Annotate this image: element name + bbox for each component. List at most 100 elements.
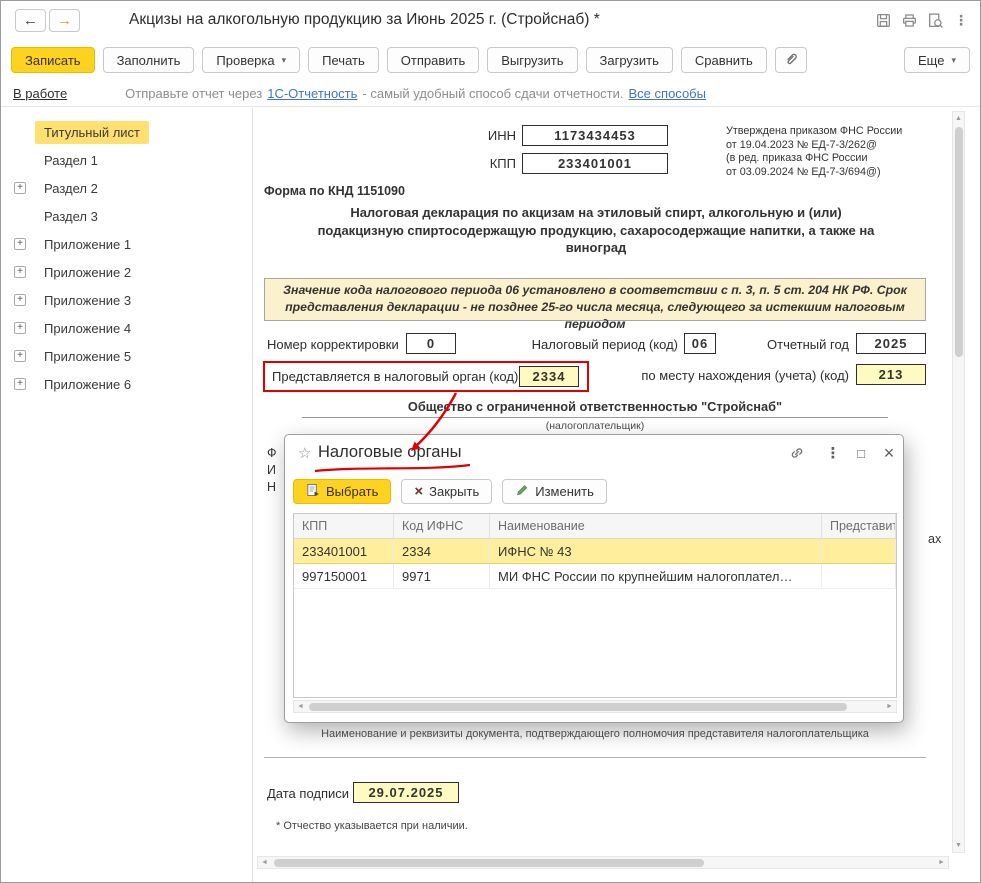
- dialog-h-scrollbar-thumb[interactable]: [309, 703, 847, 711]
- sidebar-item-appendix-5[interactable]: +Приложение 5: [1, 342, 252, 370]
- column-code[interactable]: Код ИФНС: [394, 514, 490, 538]
- send-button[interactable]: Отправить: [387, 47, 479, 73]
- approval-note: Утверждена приказом ФНС России от 19.04.…: [726, 125, 941, 179]
- more-button[interactable]: Еще▾: [904, 47, 970, 73]
- compare-button[interactable]: Сравнить: [681, 47, 767, 73]
- forward-button[interactable]: →: [49, 9, 80, 32]
- location-code-field[interactable]: 213: [856, 364, 926, 385]
- scroll-right-icon[interactable]: ►: [883, 700, 896, 713]
- report-state-link[interactable]: В работе: [13, 86, 67, 101]
- sidebar-item-appendix-3[interactable]: +Приложение 3: [1, 286, 252, 314]
- back-button[interactable]: ←: [15, 9, 46, 32]
- authority-highlight-box: Представляется в налоговый орган (код) 2…: [263, 361, 589, 392]
- save-icon[interactable]: [874, 11, 892, 29]
- status-bar: В работе Отправьте отчет через 1С-Отчетн…: [1, 80, 980, 107]
- expand-plus-icon[interactable]: +: [14, 182, 26, 194]
- more-dots-icon[interactable]: ⋮: [823, 443, 843, 463]
- sidebar-item-appendix-4[interactable]: +Приложение 4: [1, 314, 252, 342]
- sidebar-item-appendix-2[interactable]: +Приложение 2: [1, 258, 252, 286]
- scroll-left-icon[interactable]: ◄: [294, 700, 307, 713]
- year-field[interactable]: 2025: [856, 333, 926, 354]
- export-button[interactable]: Выгрузить: [487, 47, 577, 73]
- back-arrow-icon: ←: [23, 12, 38, 29]
- favorite-star-icon[interactable]: ☆: [298, 444, 311, 462]
- print-button[interactable]: Печать: [308, 47, 379, 73]
- authority-code-field[interactable]: 2334: [519, 366, 579, 387]
- write-button[interactable]: Записать: [11, 47, 95, 73]
- import-button[interactable]: Загрузить: [586, 47, 673, 73]
- all-ways-link[interactable]: Все способы: [629, 86, 706, 101]
- column-name[interactable]: Наименование: [490, 514, 822, 538]
- preview-icon[interactable]: [926, 11, 944, 29]
- sign-date-label: Дата подписи: [267, 786, 349, 801]
- check-button[interactable]: Проверка▾: [202, 47, 300, 73]
- select-button[interactable]: Выбрать: [293, 479, 391, 504]
- link-icon[interactable]: [787, 443, 807, 463]
- cell-representative: [822, 539, 896, 563]
- toolbar: Записать Заполнить Проверка▾ Печать Отпр…: [1, 43, 980, 77]
- v-scrollbar-thumb[interactable]: [955, 127, 963, 357]
- form-horizontal-scrollbar[interactable]: ◄ ►: [257, 856, 949, 869]
- cell-representative: [822, 564, 896, 588]
- kpp-field[interactable]: 233401001: [522, 153, 668, 174]
- fill-button[interactable]: Заполнить: [103, 47, 195, 73]
- dialog-toolbar: Выбрать × Закрыть Изменить: [293, 479, 607, 504]
- select-icon: [306, 483, 320, 500]
- expand-plus-icon[interactable]: +: [14, 266, 26, 278]
- close-x-icon: ×: [414, 484, 423, 499]
- sidebar-item-title-page[interactable]: Титульный лист: [1, 118, 252, 146]
- column-representative[interactable]: Представитель: [822, 514, 896, 538]
- more-dots-icon[interactable]: ⋮: [952, 11, 970, 29]
- dialog-horizontal-scrollbar[interactable]: ◄ ►: [293, 700, 897, 713]
- expand-plus-icon[interactable]: +: [14, 322, 26, 334]
- close-dialog-button[interactable]: × Закрыть: [401, 479, 492, 504]
- sidebar-item-appendix-6[interactable]: +Приложение 6: [1, 370, 252, 398]
- inn-field[interactable]: 1173434453: [522, 125, 668, 146]
- paperclip-icon: [783, 51, 799, 70]
- knd-label: Форма по КНД 1151090: [264, 184, 405, 198]
- expand-plus-icon[interactable]: +: [14, 378, 26, 390]
- hidden-field-fragment: И: [267, 463, 276, 477]
- scroll-up-icon[interactable]: ▲: [952, 112, 965, 125]
- taxpayer-name: Общество с ограниченной ответственностью…: [264, 399, 926, 414]
- print-icon[interactable]: [900, 11, 918, 29]
- authority-label: Представляется в налоговый орган (код): [272, 369, 518, 384]
- year-label: Отчетный год: [754, 337, 849, 352]
- cell-name: МИ ФНС России по крупнейшим налогоплател…: [490, 564, 822, 588]
- column-kpp[interactable]: КПП: [294, 514, 394, 538]
- form-vertical-scrollbar[interactable]: ▲ ▼: [952, 111, 965, 853]
- footnote: * Отчество указывается при наличии.: [276, 820, 468, 832]
- window-title: Акцизы на алкогольную продукцию за Июнь …: [129, 11, 600, 29]
- scroll-left-icon[interactable]: ◄: [258, 856, 271, 869]
- table-row[interactable]: 233401001 2334 ИФНС № 43: [294, 539, 896, 564]
- cell-code: 9971: [394, 564, 490, 588]
- sidebar-item-section-1[interactable]: Раздел 1: [1, 146, 252, 174]
- inn-label: ИНН: [434, 128, 516, 143]
- scroll-right-icon[interactable]: ►: [935, 856, 948, 869]
- expand-plus-icon[interactable]: +: [14, 238, 26, 250]
- service-link[interactable]: 1С-Отчетность: [267, 86, 357, 101]
- app-window: ← → Акцизы на алкогольную продукцию за И…: [0, 0, 981, 883]
- taxpayer-caption: (налогоплательщик): [264, 420, 926, 432]
- expand-plus-icon[interactable]: +: [14, 294, 26, 306]
- period-notice: Значение кода налогового периода 06 уста…: [264, 278, 926, 321]
- maximize-icon[interactable]: □: [851, 443, 871, 463]
- sign-date-field[interactable]: 29.07.2025: [353, 782, 459, 803]
- declaration-title: Налоговая декларация по акцизам на этило…: [316, 204, 876, 257]
- sidebar-item-section-2[interactable]: +Раздел 2: [1, 174, 252, 202]
- close-icon[interactable]: ×: [879, 443, 899, 463]
- attachments-button[interactable]: [775, 47, 807, 73]
- correction-field[interactable]: 0: [406, 333, 456, 354]
- expand-plus-icon[interactable]: +: [14, 350, 26, 362]
- tax-period-field[interactable]: 06: [684, 333, 716, 354]
- edit-button[interactable]: Изменить: [502, 479, 607, 504]
- cell-name: ИФНС № 43: [490, 539, 822, 563]
- h-scrollbar-thumb[interactable]: [274, 859, 704, 867]
- sidebar-item-section-3[interactable]: Раздел 3: [1, 202, 252, 230]
- cell-kpp: 997150001: [294, 564, 394, 588]
- sidebar-item-appendix-1[interactable]: +Приложение 1: [1, 230, 252, 258]
- scroll-down-icon[interactable]: ▼: [952, 839, 965, 852]
- table-row[interactable]: 997150001 9971 МИ ФНС России по крупнейш…: [294, 564, 896, 589]
- form-divider: [264, 757, 926, 758]
- chevron-down-icon: ▾: [951, 55, 956, 66]
